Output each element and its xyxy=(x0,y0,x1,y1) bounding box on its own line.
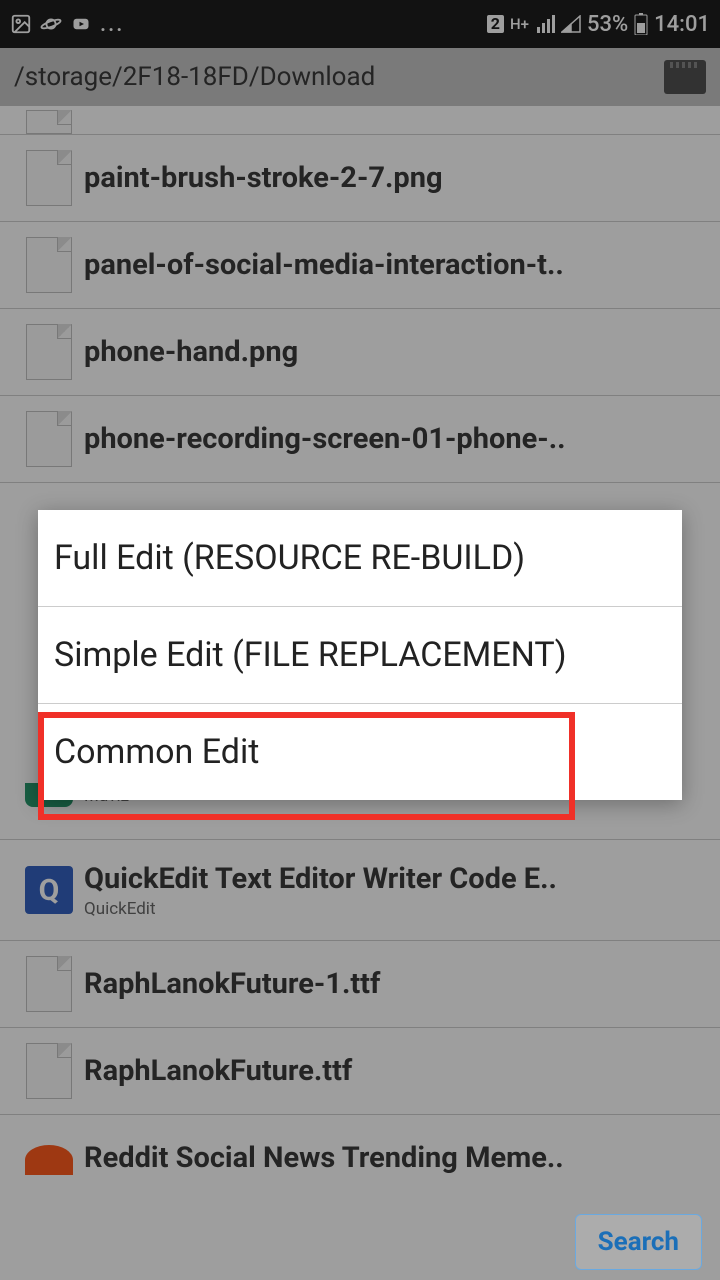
dialog-option-common-edit[interactable]: Common Edit xyxy=(38,704,682,800)
edit-mode-dialog: Full Edit (RESOURCE RE-BUILD) Simple Edi… xyxy=(38,510,682,800)
dialog-option-full-edit[interactable]: Full Edit (RESOURCE RE-BUILD) xyxy=(38,510,682,607)
search-button[interactable]: Search xyxy=(575,1214,702,1270)
dialog-option-simple-edit[interactable]: Simple Edit (FILE REPLACEMENT) xyxy=(38,607,682,704)
